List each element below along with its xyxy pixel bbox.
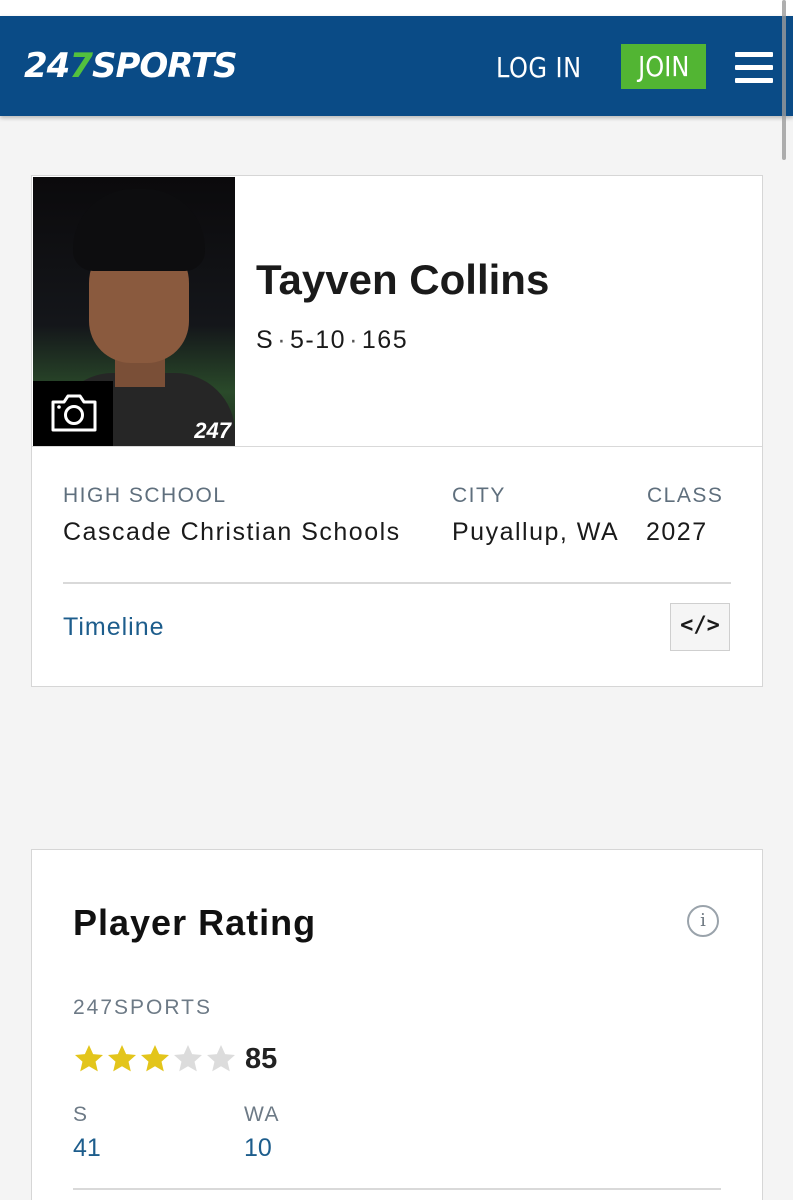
player-name: Tayven Collins	[256, 256, 550, 303]
player-profile-card: 247 Tayven Collins S · 5-10 · 165 HIGH SCHOO…	[31, 175, 763, 687]
join-button[interactable]: JOIN	[621, 44, 706, 89]
menu-line	[735, 52, 773, 57]
high-school-link[interactable]: Cascade Christian Schools	[63, 518, 401, 547]
embed-button[interactable]: </>	[670, 603, 730, 651]
class-value: 2027	[646, 518, 708, 546]
player-vitals: S · 5-10 · 165	[256, 326, 408, 355]
star-filled-icon	[141, 1045, 169, 1072]
site-logo[interactable]: 247SPORTS	[24, 44, 238, 88]
star-filled-icon	[108, 1045, 136, 1072]
state-rank-link[interactable]: 10	[244, 1134, 272, 1163]
player-height: 5-10	[290, 326, 347, 354]
logo-suffix: SPORTS	[92, 46, 238, 86]
photo-gallery-button[interactable]	[33, 381, 113, 446]
high-school-label: HIGH SCHOOL	[63, 484, 227, 507]
login-link[interactable]: LOG IN	[496, 48, 582, 88]
rating-source: 247SPORTS	[73, 996, 213, 1019]
state-rank-label: WA	[244, 1103, 281, 1126]
city-value: Puyallup, WA	[452, 518, 620, 546]
menu-line	[735, 65, 773, 70]
join-label: JOIN	[637, 50, 690, 83]
info-icon[interactable]: i	[687, 905, 719, 937]
star-filled-icon	[75, 1045, 103, 1072]
position-rank-label: S	[73, 1103, 89, 1126]
logo-accent: 7	[69, 46, 93, 86]
player-weight: 165	[361, 326, 409, 354]
divider	[73, 1188, 721, 1190]
site-header: 247SPORTS LOG IN JOIN	[0, 16, 793, 116]
divider	[32, 446, 762, 447]
star-empty-icon	[207, 1045, 235, 1072]
rating-score: 85	[245, 1043, 278, 1075]
logo-prefix: 24	[24, 46, 70, 86]
status-bar	[0, 0, 793, 16]
player-rating-card: Player Rating i 247SPORTS 85 S WA 41 10	[31, 849, 763, 1200]
player-rating-title: Player Rating	[73, 902, 317, 943]
camera-icon	[51, 394, 97, 432]
scrollbar[interactable]	[782, 0, 786, 160]
menu-line	[735, 78, 773, 83]
player-photo[interactable]: 247	[33, 177, 235, 446]
photo-watermark: 247	[194, 418, 231, 443]
position-rank-link[interactable]: 41	[73, 1134, 101, 1163]
star-empty-icon	[174, 1045, 202, 1072]
timeline-link[interactable]: Timeline	[63, 613, 165, 642]
divider	[63, 582, 731, 584]
embed-code-icon: </>	[680, 613, 720, 638]
city-label: CITY	[452, 484, 506, 507]
separator: ·	[349, 326, 359, 354]
hamburger-menu-icon[interactable]	[735, 52, 773, 84]
player-position: S	[256, 326, 275, 354]
separator: ·	[277, 326, 288, 354]
star-rating	[73, 1043, 238, 1077]
class-label: CLASS	[647, 484, 724, 507]
